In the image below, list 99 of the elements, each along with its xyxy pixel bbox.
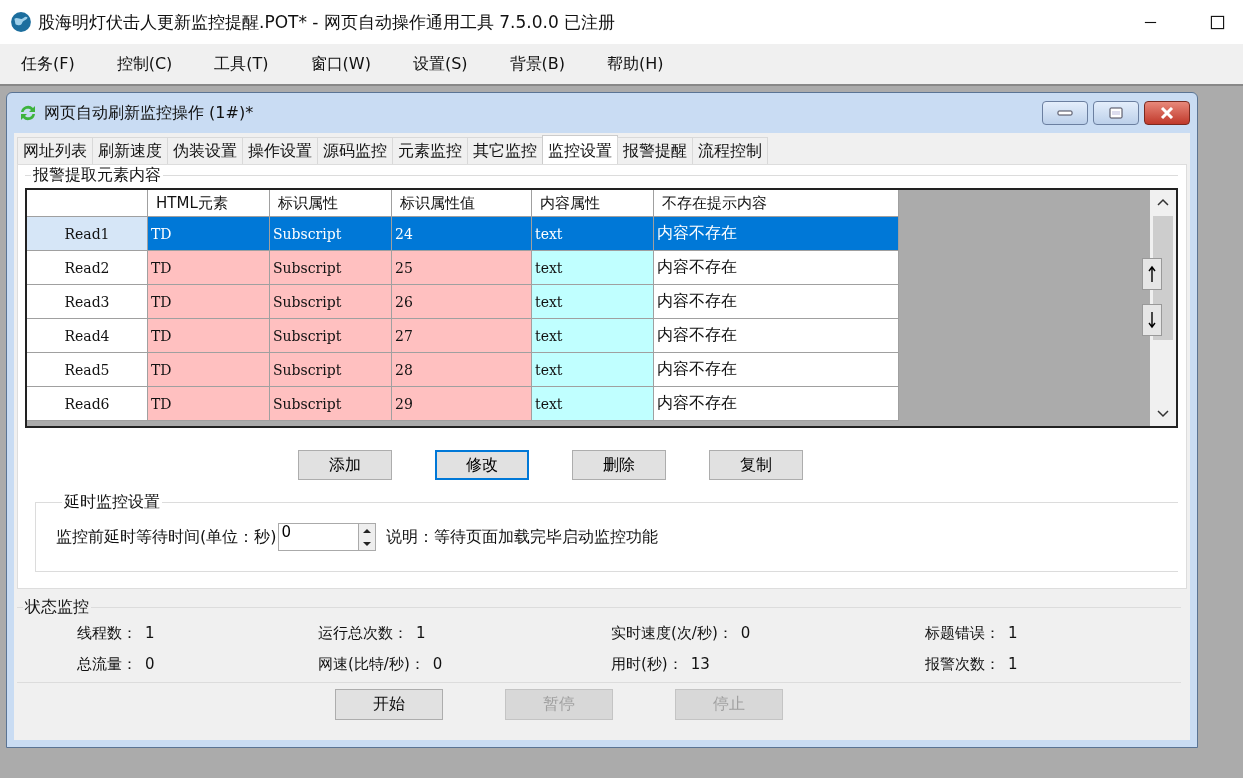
- table-cell: 28: [391, 352, 532, 387]
- table-cell: text: [531, 386, 654, 421]
- stat-value: 0: [740, 624, 751, 642]
- table-cell: text: [531, 318, 654, 353]
- stat-value: 0: [145, 655, 155, 673]
- group-title: 报警提取元素内容: [32, 165, 162, 186]
- tab[interactable]: 流程控制: [692, 137, 768, 164]
- close-button[interactable]: [1144, 101, 1190, 125]
- row-header[interactable]: Read3: [27, 284, 148, 319]
- table-cell: text: [531, 216, 654, 251]
- stat-value: 1: [416, 624, 426, 642]
- down-arrow-icon: [1148, 311, 1156, 329]
- table-cell: 24: [391, 216, 532, 251]
- table-cell: 27: [391, 318, 532, 353]
- table-cell: 25: [391, 250, 532, 285]
- table-cell: Subscript: [269, 250, 392, 285]
- restore-icon: [1109, 107, 1123, 119]
- table-cell: 26: [391, 284, 532, 319]
- maximize-icon[interactable]: [1210, 14, 1225, 30]
- column-header[interactable]: 标识属性: [269, 190, 392, 217]
- table-cell: Subscript: [269, 216, 392, 251]
- group-title: 状态监控: [24, 597, 90, 618]
- stat-label: 线程数：: [77, 624, 137, 642]
- menu-item[interactable]: 帮助(H): [596, 53, 675, 75]
- spin-down-icon[interactable]: [362, 540, 373, 547]
- row-header[interactable]: Read4: [27, 318, 148, 353]
- scroll-up-icon[interactable]: [1157, 198, 1169, 206]
- menu-item[interactable]: 工具(T): [203, 53, 280, 75]
- menu-item[interactable]: 窗口(W): [299, 53, 382, 75]
- table-cell: 内容不存在: [653, 250, 899, 285]
- action-button[interactable]: 修改: [435, 450, 529, 480]
- tab[interactable]: 网址列表: [17, 137, 93, 164]
- note-text: 说明：等待页面加载完毕启动监控功能: [386, 526, 659, 548]
- tab[interactable]: 报警提醒: [617, 137, 693, 164]
- stat-label: 运行总次数：: [318, 624, 408, 642]
- action-button[interactable]: 添加: [298, 450, 392, 480]
- stat-label: 实时速度(次/秒)：: [611, 624, 733, 642]
- stat-label: 用时(秒)：: [611, 655, 683, 673]
- table-cell: 内容不存在: [653, 386, 899, 421]
- column-header[interactable]: 不存在提示内容: [653, 190, 899, 217]
- table-cell: TD: [147, 216, 270, 251]
- menu-item[interactable]: 控制(C): [105, 53, 184, 75]
- stat-label: 总流量：: [77, 655, 137, 673]
- table-cell: Subscript: [269, 284, 392, 319]
- table-cell: 29: [391, 386, 532, 421]
- table-cell: 内容不存在: [653, 352, 899, 387]
- close-icon: [1160, 107, 1174, 119]
- up-arrow-icon: [1148, 265, 1156, 283]
- window-title: 股海明灯伏击人更新监控提醒.POT* - 网页自动操作通用工具 7.5.0.0 已注册: [38, 10, 616, 34]
- table-cell: Subscript: [269, 318, 392, 353]
- spin-up-icon[interactable]: [362, 527, 373, 534]
- field-label: 监控前延时等待时间(单位：秒): [56, 526, 277, 548]
- minimize-button[interactable]: [1042, 101, 1088, 125]
- child-window-title: 网页自动刷新监控操作 (1#)*: [44, 102, 254, 124]
- tab[interactable]: 监控设置: [542, 135, 618, 164]
- row-header[interactable]: Read5: [27, 352, 148, 387]
- group-title: 延时监控设置: [63, 492, 161, 513]
- maximize-button[interactable]: [1093, 101, 1139, 125]
- table-cell: TD: [147, 386, 270, 421]
- column-header[interactable]: 内容属性: [531, 190, 654, 217]
- stat-value: 1: [1008, 655, 1018, 673]
- row-header[interactable]: Read6: [27, 386, 148, 421]
- stat-label: 网速(比特/秒)：: [318, 655, 425, 673]
- table-cell: Subscript: [269, 352, 392, 387]
- menu-item[interactable]: 任务(F): [10, 53, 86, 75]
- table-cell: Subscript: [269, 386, 392, 421]
- stat-label: 报警次数：: [925, 655, 1000, 673]
- column-header[interactable]: 标识属性值: [391, 190, 532, 217]
- row-header[interactable]: Read2: [27, 250, 148, 285]
- column-header[interactable]: HTML元素: [147, 190, 270, 217]
- table-cell: 内容不存在: [653, 284, 899, 319]
- table-cell: text: [531, 284, 654, 319]
- table-cell: 内容不存在: [653, 318, 899, 353]
- row-header[interactable]: Read1: [27, 216, 148, 251]
- table-cell: 内容不存在: [653, 216, 899, 251]
- control-button[interactable]: 开始: [335, 689, 443, 720]
- stat-value: 1: [1008, 624, 1018, 642]
- stat-label: 标题错误：: [925, 624, 1000, 642]
- spin-buttons[interactable]: [358, 523, 377, 551]
- table-cell: text: [531, 352, 654, 387]
- stat-value: 13: [690, 655, 710, 673]
- stat-value: 1: [145, 624, 155, 642]
- move-down-button[interactable]: [1142, 304, 1162, 336]
- action-button[interactable]: 复制: [709, 450, 803, 480]
- refresh-icon: [18, 103, 38, 123]
- table-cell: text: [531, 250, 654, 285]
- table-cell: TD: [147, 352, 270, 387]
- stat-value: 0: [432, 655, 443, 673]
- table-cell: TD: [147, 284, 270, 319]
- table-cell: TD: [147, 318, 270, 353]
- action-button[interactable]: 删除: [572, 450, 666, 480]
- delay-field[interactable]: 0: [278, 523, 359, 551]
- globe-icon: [10, 11, 32, 33]
- menu-item[interactable]: 设置(S): [401, 53, 479, 75]
- minimize-icon: [1057, 109, 1073, 117]
- scroll-down-icon[interactable]: [1157, 410, 1169, 418]
- move-up-button[interactable]: [1142, 258, 1162, 290]
- table-cell: TD: [147, 250, 270, 285]
- menu-item[interactable]: 背景(B): [498, 53, 577, 75]
